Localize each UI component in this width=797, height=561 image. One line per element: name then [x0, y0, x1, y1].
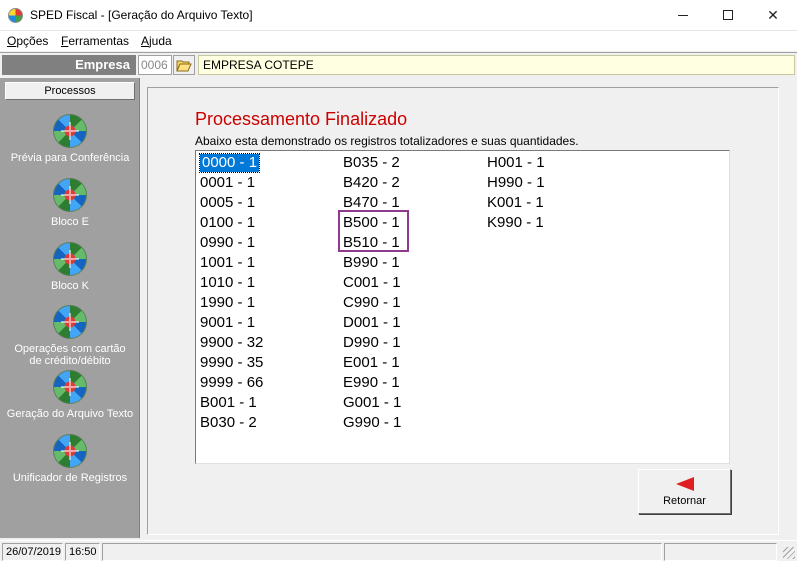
status-date: 26/07/2019	[2, 543, 63, 561]
list-item[interactable]: D990 - 1	[340, 333, 404, 353]
app-globe-icon[interactable]	[8, 8, 23, 23]
globe-icon	[53, 178, 87, 212]
close-icon: ✕	[767, 6, 779, 23]
list-item[interactable]: 0000 - 1	[197, 153, 266, 173]
folder-open-icon	[176, 60, 192, 72]
menu-ajuda[interactable]: Ajuda	[141, 34, 172, 48]
list-item[interactable]: D001 - 1	[340, 313, 404, 333]
list-item[interactable]: 9999 - 66	[197, 373, 266, 393]
company-bar: Empresa 0006 EMPRESA COTEPE	[0, 52, 797, 76]
sidebar-item-bloco-e[interactable]: Bloco E	[0, 178, 140, 228]
resize-grip[interactable]	[783, 547, 795, 559]
status-time: 16:50	[65, 543, 100, 561]
list-item[interactable]: 9990 - 35	[197, 353, 266, 373]
window-title: SPED Fiscal - [Geração do Arquivo Texto]	[30, 8, 253, 22]
sidebar-item-geracao-arquivo[interactable]: Geração do Arquivo Texto	[0, 370, 140, 420]
page-subtitle: Abaixo esta demonstrado os registros tot…	[195, 134, 579, 148]
sidebar-item-label: Bloco E	[51, 216, 89, 228]
status-bar: 26/07/2019 16:50	[0, 540, 797, 561]
records-column-2: B035 - 2 B420 - 2 B470 - 1 B500 - 1 B510…	[340, 153, 404, 433]
title-bar: SPED Fiscal - [Geração do Arquivo Texto]…	[0, 0, 797, 31]
records-column-3: H001 - 1 H990 - 1 K001 - 1 K990 - 1	[484, 153, 548, 233]
menu-ferramentas[interactable]: Ferramentas	[61, 34, 129, 48]
globe-icon	[53, 114, 87, 148]
list-item[interactable]: B001 - 1	[197, 393, 266, 413]
list-item[interactable]: E990 - 1	[340, 373, 404, 393]
list-item[interactable]: 1990 - 1	[197, 293, 266, 313]
menu-opcoes[interactable]: Opções	[7, 34, 48, 48]
list-item[interactable]: B990 - 1	[340, 253, 404, 273]
company-code-field[interactable]: 0006	[138, 55, 172, 75]
list-item[interactable]: H001 - 1	[484, 153, 548, 173]
sidebar-item-label: Operações com cartão de crédito/débito	[14, 343, 126, 367]
status-extra	[664, 543, 777, 561]
list-item[interactable]: B030 - 2	[197, 413, 266, 433]
list-item[interactable]: K990 - 1	[484, 213, 548, 233]
globe-icon	[53, 370, 87, 404]
minimize-icon	[678, 14, 688, 16]
list-item[interactable]: C001 - 1	[340, 273, 404, 293]
globe-icon	[53, 242, 87, 276]
list-item-selected[interactable]: 0000 - 1	[198, 153, 261, 173]
list-item[interactable]: B035 - 2	[340, 153, 404, 173]
sidebar-header: Processos	[5, 82, 135, 100]
return-button-label: Retornar	[663, 495, 706, 507]
list-item[interactable]: H990 - 1	[484, 173, 548, 193]
sidebar-item-label: Geração do Arquivo Texto	[6, 408, 134, 420]
page-title: Processamento Finalizado	[195, 109, 408, 129]
list-item[interactable]: G990 - 1	[340, 413, 404, 433]
list-item[interactable]: 1010 - 1	[197, 273, 266, 293]
list-item[interactable]: G001 - 1	[340, 393, 404, 413]
list-item[interactable]: 0001 - 1	[197, 173, 266, 193]
sidebar-item-label: Bloco K	[51, 280, 89, 292]
status-message	[102, 543, 662, 561]
list-item[interactable]: 0005 - 1	[197, 193, 266, 213]
return-button[interactable]: Retornar	[638, 469, 731, 514]
menu-bar: Opções Ferramentas Ajuda	[0, 31, 797, 51]
records-listbox[interactable]: 0000 - 1 0001 - 1 0005 - 1 0100 - 1 0990…	[195, 150, 730, 464]
arrow-left-icon	[675, 477, 694, 491]
list-item[interactable]: B420 - 2	[340, 173, 404, 193]
records-column-1: 0000 - 1 0001 - 1 0005 - 1 0100 - 1 0990…	[197, 153, 266, 433]
list-item[interactable]: K001 - 1	[484, 193, 548, 213]
close-button[interactable]: ✕	[750, 0, 796, 30]
list-item[interactable]: 0990 - 1	[197, 233, 266, 253]
sidebar-item-unificador[interactable]: Unificador de Registros	[0, 434, 140, 484]
maximize-icon	[723, 10, 733, 20]
list-item[interactable]: 9900 - 32	[197, 333, 266, 353]
list-item[interactable]: 9001 - 1	[197, 313, 266, 333]
company-label: Empresa	[2, 55, 136, 75]
sidebar-item-previa[interactable]: Prévia para Conferência	[0, 114, 140, 164]
company-search-button[interactable]	[173, 55, 195, 75]
sidebar-item-operacoes-cartao[interactable]: Operações com cartão de crédito/débito	[0, 305, 140, 367]
list-item[interactable]: 1001 - 1	[197, 253, 266, 273]
list-item[interactable]: C990 - 1	[340, 293, 404, 313]
globe-icon	[53, 434, 87, 468]
company-name-field: EMPRESA COTEPE	[198, 55, 795, 75]
sidebar-item-label: Prévia para Conferência	[10, 152, 130, 164]
sidebar-item-bloco-k[interactable]: Bloco K	[0, 242, 140, 292]
maximize-button[interactable]	[705, 0, 751, 30]
list-item[interactable]: 0100 - 1	[197, 213, 266, 233]
globe-icon	[53, 305, 87, 339]
minimize-button[interactable]	[660, 0, 706, 30]
highlight-annotation-box	[338, 210, 409, 252]
list-item[interactable]: E001 - 1	[340, 353, 404, 373]
sidebar-item-label: Unificador de Registros	[12, 472, 128, 484]
